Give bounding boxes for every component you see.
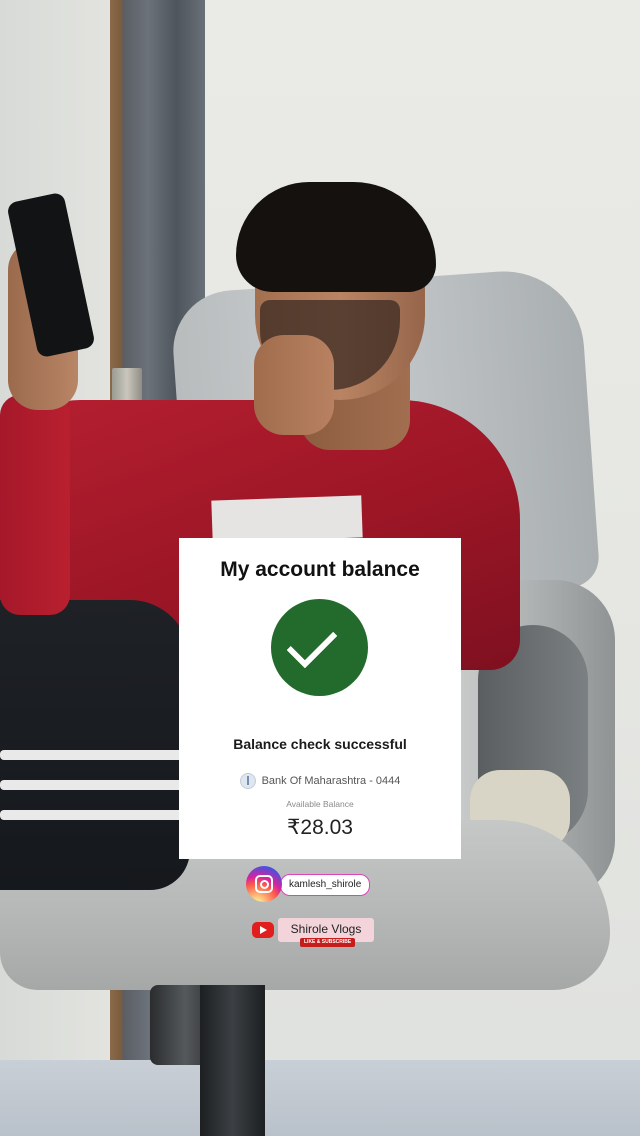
sweater-print	[211, 495, 363, 543]
balance-card: My account balance Balance check success…	[179, 538, 461, 859]
trouser-stripe	[0, 750, 190, 760]
balance-amount: ₹28.03	[287, 816, 353, 839]
youtube-channel-badge[interactable]: Shirole Vlogs LIKE & SUBSCRIBE	[252, 918, 378, 948]
bank-row: Bank Of Maharashtra - 0444	[179, 773, 461, 789]
checkmark-icon	[286, 617, 338, 669]
bank-logo-icon	[239, 773, 256, 789]
bank-name: Bank Of Maharashtra - 0444	[261, 774, 401, 787]
trouser-stripe	[0, 810, 190, 820]
status-text: Balance check successful	[233, 736, 407, 752]
chair-pole	[200, 985, 265, 1136]
person-trousers	[0, 600, 190, 890]
person-arm	[0, 395, 70, 615]
available-balance-label: Available Balance	[286, 799, 354, 809]
instagram-handle-badge[interactable]: kamlesh_shirole	[246, 866, 376, 902]
card-title: My account balance	[220, 558, 420, 581]
check-circle-icon	[271, 599, 368, 696]
person-chin-hand	[254, 335, 334, 435]
youtube-icon	[252, 922, 274, 938]
floor	[0, 1060, 640, 1136]
instagram-handle: kamlesh_shirole	[280, 874, 371, 896]
subscribe-badge: LIKE & SUBSCRIBE	[300, 938, 356, 947]
instagram-icon	[246, 866, 282, 902]
trouser-stripe	[0, 780, 190, 790]
